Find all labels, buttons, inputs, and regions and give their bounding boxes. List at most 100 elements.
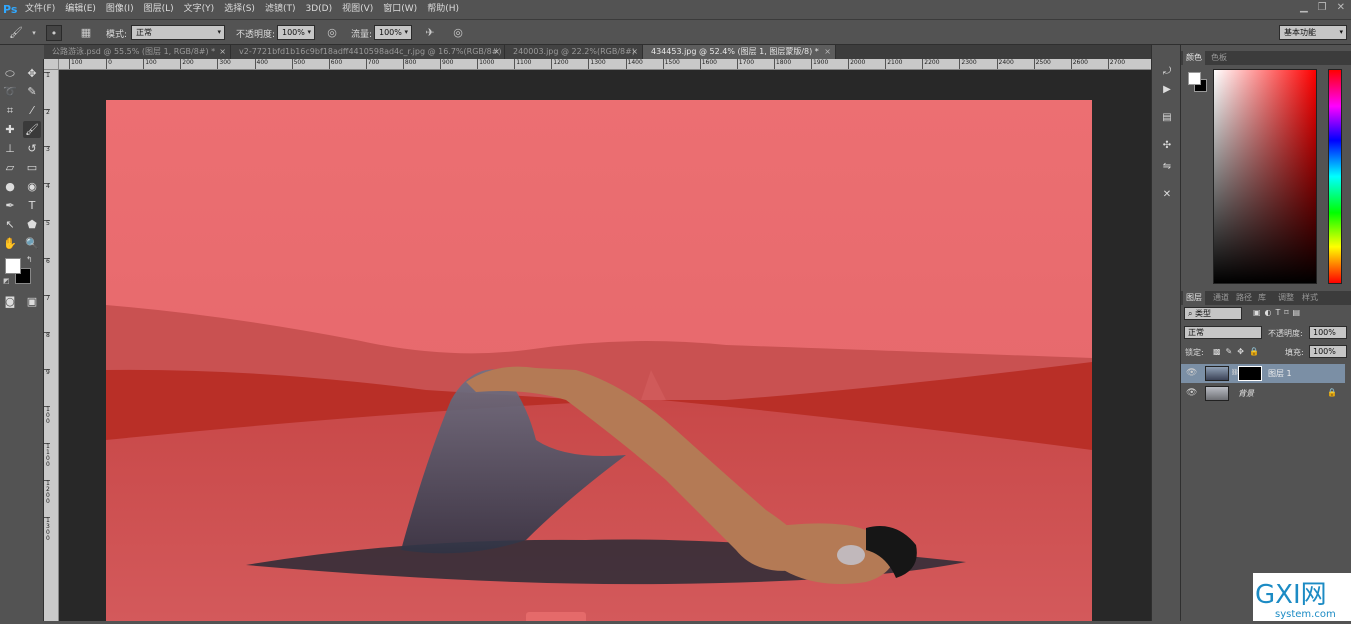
brush-tool-preset-icon[interactable]: 🖌 [8,25,24,41]
document-tabs: 公路游泳.psd @ 55.5% (图层 1, RGB/8#) * × v2-77… [44,45,1151,59]
canvas-area[interactable] [59,70,1151,621]
layer-mask-thumbnail[interactable] [1238,366,1262,381]
menu-type[interactable]: 文字(Y) [179,0,220,19]
tool-presets-icon[interactable]: ✕ [1159,188,1175,202]
horizontal-ruler[interactable]: 100 0 100 200 300 400 500 600 700 800 900 1000 1100 1… [59,59,1151,70]
screen-mode-icon[interactable]: ▣ [23,293,41,310]
layer-row-layer1[interactable]: 👁 ⛓ 图层 1 [1181,364,1345,383]
color-picker-field[interactable] [1213,69,1317,284]
opacity-field[interactable]: 100% ▾ [277,25,315,40]
layer-opacity-label: 不透明度: [1268,329,1303,338]
blend-mode-dropdown[interactable]: 正常 [1184,326,1262,339]
close-icon[interactable]: × [493,45,500,59]
pen-tool-icon[interactable]: ✒ [1,197,19,214]
eyedropper-tool-icon[interactable]: ⁄ [23,102,41,119]
foreground-color-swatch-top[interactable] [1188,72,1201,85]
shape-tool-icon[interactable]: ⬟ [23,216,41,233]
menu-select[interactable]: 选择(S) [219,0,260,19]
tab-document-2[interactable]: v2-7721bfd1b16c9bf18adff4410598ad4c_r.jp… [231,45,505,59]
history-panel-icon[interactable]: ⤾ [1159,65,1175,79]
hue-slider[interactable] [1328,69,1342,284]
menu-image[interactable]: 图像(I) [101,0,139,19]
airbrush-icon[interactable]: ✈ [422,25,438,41]
brush-panel-toggle-icon[interactable]: ▦ [78,25,94,41]
marquee-tool-icon[interactable]: ⬭ [1,65,19,82]
tab-layers[interactable]: 图层 [1183,291,1205,305]
brush-tool-icon[interactable]: 🖌 [23,121,41,138]
close-icon[interactable]: ✕ [1337,2,1345,13]
crop-tool-icon[interactable]: ⌗ [1,102,19,119]
quick-mask-icon[interactable]: ◙ [1,293,19,310]
brush-panel-icon[interactable]: ✣ [1159,139,1175,153]
preset-dropdown-arrow-icon[interactable]: ▾ [26,25,42,41]
healing-brush-tool-icon[interactable]: ✚ [1,121,19,138]
tab-color[interactable]: 颜色 [1183,51,1205,65]
quick-select-tool-icon[interactable]: ✎ [23,83,41,100]
ruler-tick: 2100 [885,59,902,69]
menu-3d[interactable]: 3D(D) [300,0,337,19]
pressure-size-icon[interactable]: ◎ [450,25,466,41]
actions-panel-icon[interactable]: ▶ [1159,83,1175,97]
path-select-tool-icon[interactable]: ↖ [1,216,19,233]
tab-swatches[interactable]: 色板 [1208,51,1230,65]
eraser-tool-icon[interactable]: ▱ [1,159,19,176]
road-marker [526,612,586,621]
ruler-tick: 200 [180,59,194,69]
gradient-tool-icon[interactable]: ▭ [23,159,41,176]
tab-document-3[interactable]: 240003.jpg @ 22.2%(RGB/8#) × [505,45,643,59]
pressure-opacity-icon[interactable]: ◎ [324,25,340,41]
menu-window[interactable]: 窗口(W) [378,0,422,19]
layer-thumbnail [1205,366,1229,381]
history-brush-tool-icon[interactable]: ↺ [23,140,41,157]
menu-layer[interactable]: 图层(L) [139,0,179,19]
tab-channels[interactable]: 通道 [1210,291,1232,305]
eye-icon[interactable]: 👁 [1186,388,1197,398]
foreground-color-swatch-top[interactable] [5,258,21,274]
workspace-dropdown[interactable]: 基本功能 ▾ [1279,25,1347,40]
menu-help[interactable]: 帮助(H) [422,0,464,19]
mode-dropdown[interactable]: 正常 ▾ [131,25,225,40]
document-canvas[interactable] [106,100,1092,621]
tab-paths[interactable]: 路径 [1233,291,1255,305]
layer-filter-dropdown[interactable]: ⌕ 类型 [1184,307,1242,320]
swap-colors-icon[interactable]: ↰ [26,255,33,264]
type-tool-icon[interactable]: T [23,197,41,214]
eye-icon[interactable]: 👁 [1186,368,1197,378]
close-icon[interactable]: × [631,45,638,59]
dodge-tool-icon[interactable]: ◉ [23,178,41,195]
flow-field[interactable]: 100% ▾ [374,25,412,40]
zoom-tool-icon[interactable]: 🔍 [23,235,41,252]
clone-stamp-tool-icon[interactable]: ⊥ [1,140,19,157]
layer-filter-icons[interactable]: ▣◐T⌑▤ [1253,308,1304,317]
tab-libraries[interactable]: 库 [1255,291,1269,305]
vertical-ruler[interactable]: 1 2 3 4 5 6 7 8 9 100 1100 1200 1300 [44,70,59,621]
ruler-tick: 700 [365,59,379,69]
move-tool-icon[interactable]: ✥ [23,65,41,82]
tab-document-1[interactable]: 公路游泳.psd @ 55.5% (图层 1, RGB/8#) * × [44,45,231,59]
brush-size-picker-icon[interactable]: • [46,25,62,41]
menu-file[interactable]: 文件(F) [20,0,60,19]
close-icon[interactable]: × [824,45,831,59]
menu-filter[interactable]: 滤镜(T) [260,0,301,19]
brush-presets-icon[interactable]: ▤ [1159,111,1175,125]
minimize-icon[interactable]: ▁ [1300,2,1308,13]
hand-tool-icon[interactable]: ✋ [1,235,19,252]
blur-tool-icon[interactable]: ● [1,178,19,195]
restore-icon[interactable]: ❐ [1318,2,1327,13]
ruler-tick: 8 [44,331,50,339]
lasso-tool-icon[interactable]: ➰ [1,83,19,100]
adjustments-panel-icon[interactable]: ⇋ [1159,160,1175,174]
fill-field[interactable]: 100% [1309,345,1347,358]
ruler-origin[interactable] [44,59,59,70]
menu-view[interactable]: 视图(V) [337,0,378,19]
menu-edit[interactable]: 编辑(E) [60,0,101,19]
default-colors-icon[interactable]: ◩ [3,277,10,285]
ruler-tick: 1100 [44,443,50,468]
layer-row-background[interactable]: 👁 背景 🔒 [1181,384,1345,403]
tab-adjustments[interactable]: 调整 [1275,291,1297,305]
lock-icons[interactable]: ▩✎✥🔒 [1213,347,1264,356]
close-icon[interactable]: × [219,45,226,59]
tab-document-4[interactable]: 434453.jpg @ 52.4% (图层 1, 图层蒙版/8) * × [643,45,836,59]
layer-opacity-field[interactable]: 100% [1309,326,1347,339]
tab-styles[interactable]: 样式 [1299,291,1321,305]
